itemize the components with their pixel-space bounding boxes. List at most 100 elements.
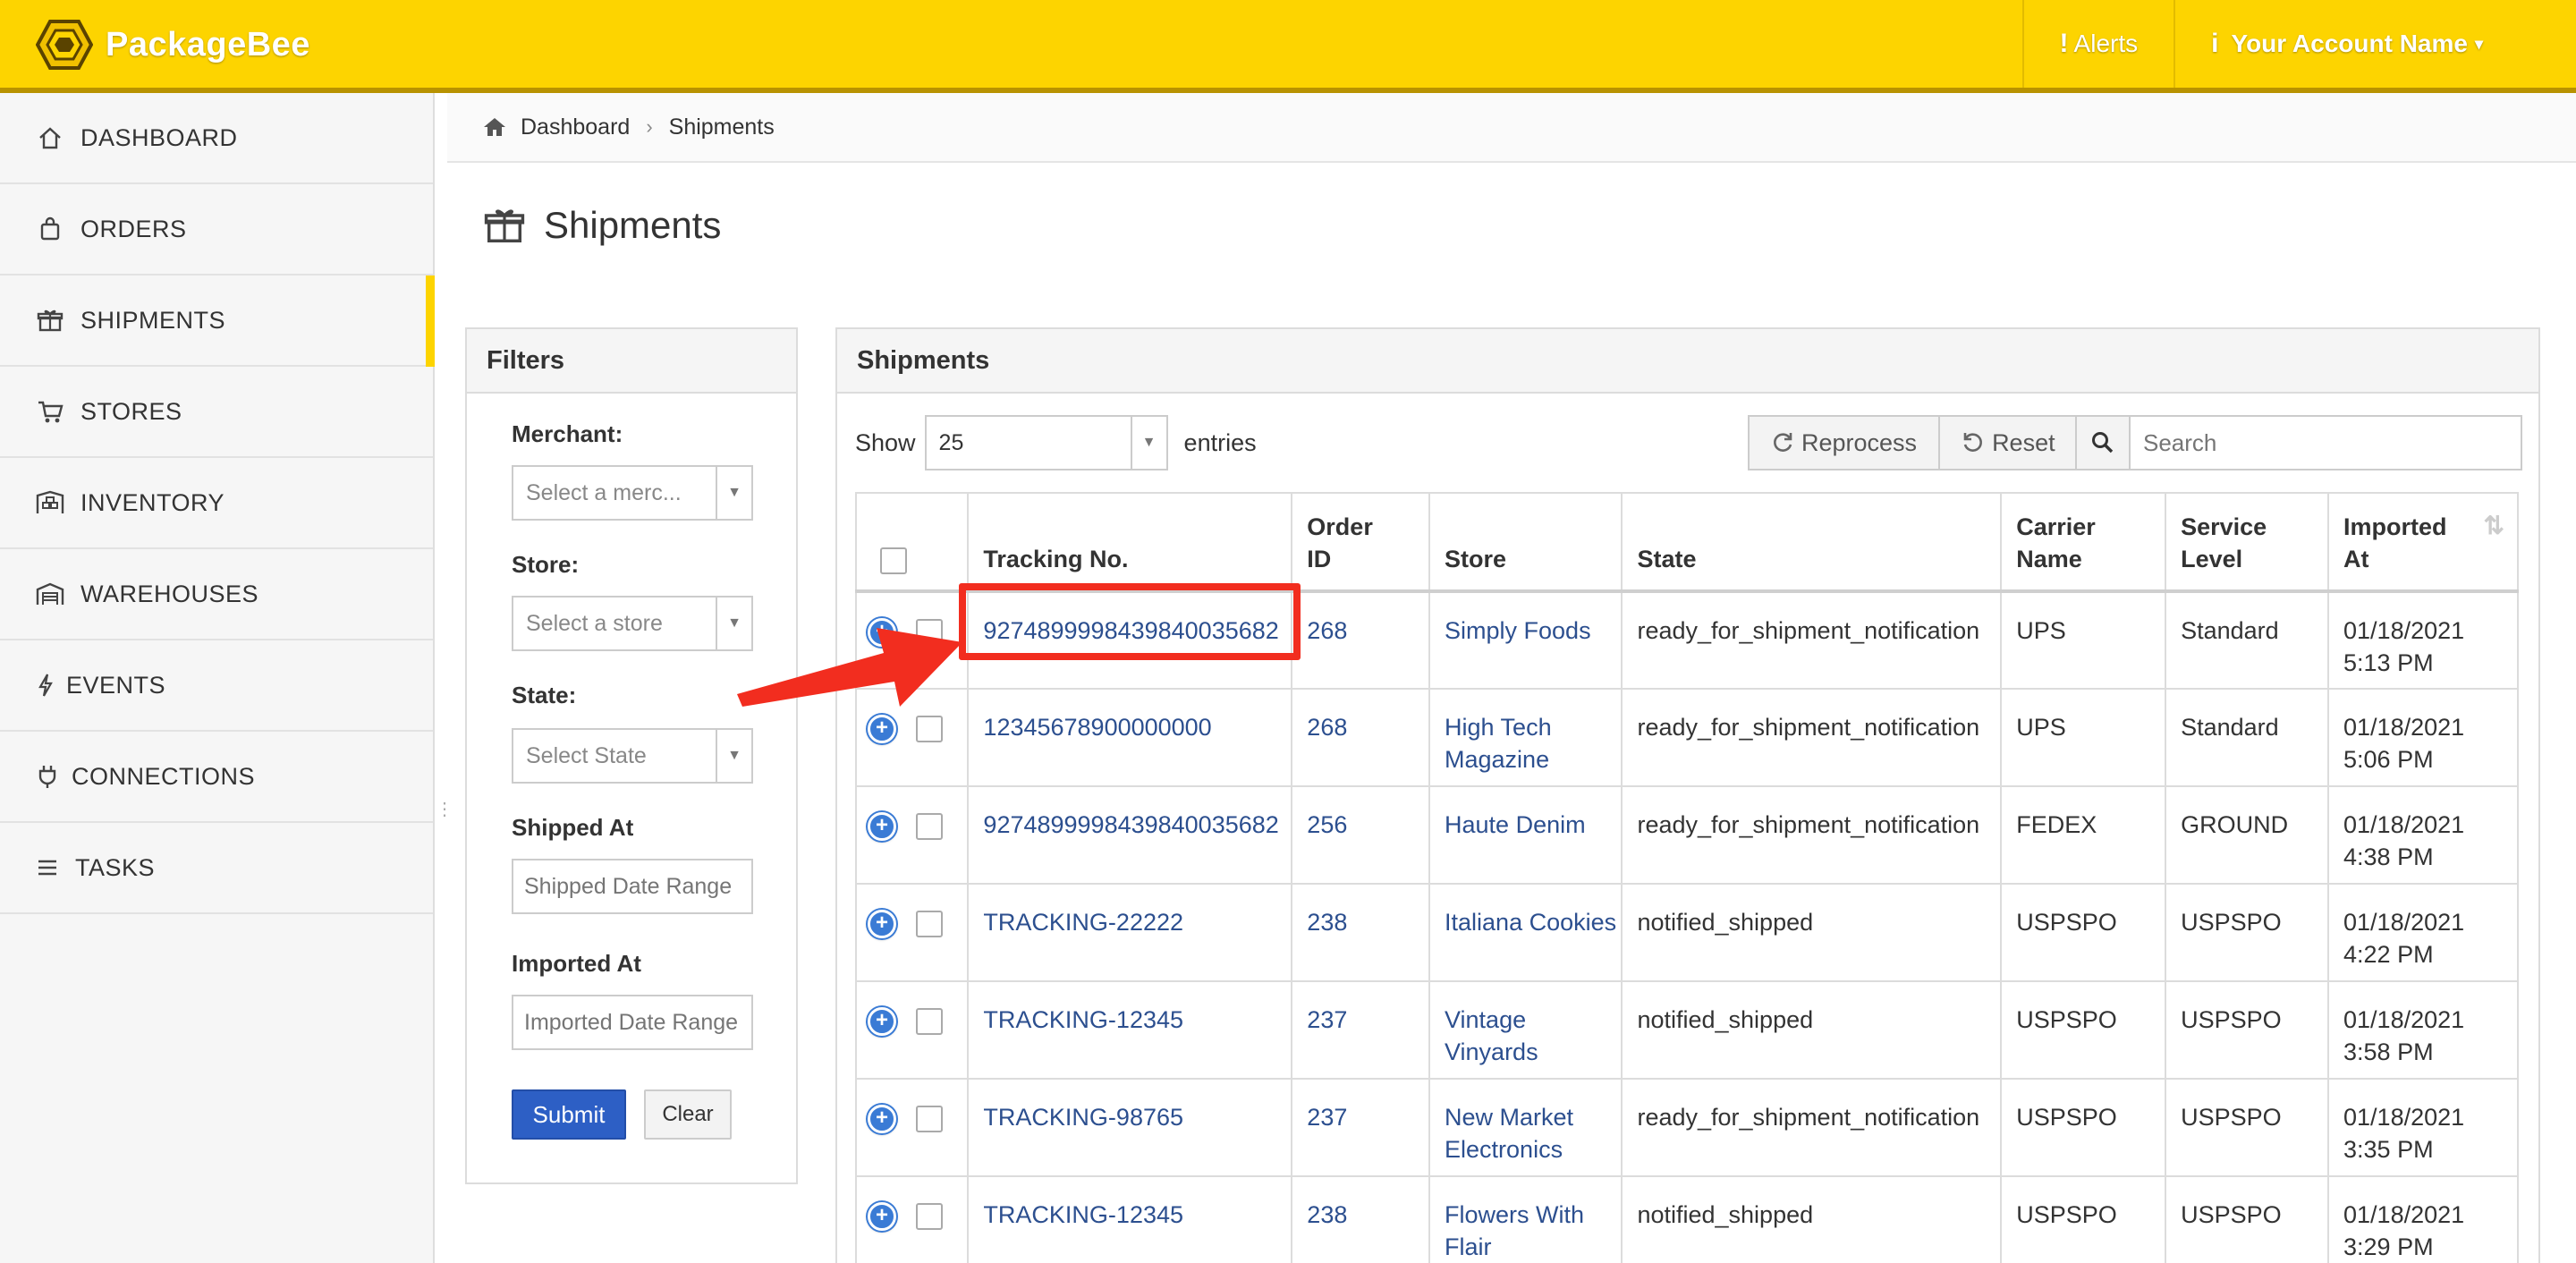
- imported-time: 3:58 PM: [2343, 1038, 2434, 1065]
- order-id-link[interactable]: 256: [1307, 811, 1347, 838]
- search-button[interactable]: [2075, 415, 2131, 470]
- row-controls: +: [854, 1078, 970, 1177]
- col-header-store[interactable]: Store: [1428, 492, 1623, 593]
- col-header-service[interactable]: Service Level: [2165, 492, 2330, 593]
- col-header-imported-at[interactable]: Imported At ⇅: [2327, 492, 2519, 593]
- reprocess-button[interactable]: Reprocess: [1748, 415, 1941, 470]
- imported-at-cell: 01/18/2021 5:06 PM: [2327, 688, 2519, 787]
- account-menu[interactable]: i Your Account Name ▾: [2174, 0, 2576, 88]
- row-checkbox[interactable]: [915, 812, 943, 840]
- row-checkbox[interactable]: [915, 1105, 943, 1132]
- chevron-down-icon: ▼: [1130, 417, 1166, 469]
- sidebar-item-orders[interactable]: ORDERS: [0, 184, 433, 275]
- sort-icon: ⇅: [2483, 512, 2504, 539]
- row-controls: +: [854, 1175, 970, 1263]
- row-checkbox[interactable]: [915, 1007, 943, 1035]
- merchant-select-value: Select a merc...: [526, 479, 682, 505]
- entries-label: entries: [1183, 428, 1257, 456]
- reprocess-label: Reprocess: [1801, 428, 1918, 456]
- col-header-tracking[interactable]: Tracking No.: [967, 492, 1293, 593]
- tracking-link[interactable]: TRACKING-98765: [983, 1104, 1183, 1131]
- imported-time: 3:35 PM: [2343, 1136, 2434, 1163]
- sidebar-item-dashboard[interactable]: DASHBOARD: [0, 93, 433, 184]
- info-icon: i: [2211, 29, 2219, 58]
- state-select[interactable]: Select State ▼: [512, 728, 753, 784]
- store-link[interactable]: Vintage Vinyards: [1445, 1006, 1538, 1065]
- tracking-link[interactable]: TRACKING-12345: [983, 1006, 1183, 1033]
- order-id-link[interactable]: 268: [1307, 714, 1347, 741]
- bag-icon: [36, 215, 64, 243]
- store-link[interactable]: Simply Foods: [1445, 617, 1591, 644]
- tracking-link[interactable]: TRACKING-22222: [983, 909, 1183, 936]
- sidebar-item-inventory[interactable]: INVENTORY: [0, 458, 433, 549]
- sidebar-resize-handle[interactable]: ⋮: [436, 801, 453, 832]
- sidebar-item-shipments[interactable]: SHIPMENTS: [0, 275, 435, 367]
- store-link[interactable]: Flowers With Flair: [1445, 1201, 1584, 1260]
- sidebar-item-label: DASHBOARD: [80, 123, 238, 151]
- tracking-link[interactable]: 12345678900000000: [983, 714, 1211, 741]
- sidebar-item-connections[interactable]: CONNECTIONS: [0, 732, 433, 823]
- carrier-cell: USPSPO: [2000, 883, 2167, 982]
- page-length-select[interactable]: 25 ▼: [924, 415, 1168, 470]
- sidebar-item-label: INVENTORY: [80, 488, 225, 516]
- select-all-checkbox[interactable]: [880, 547, 907, 574]
- alerts-link[interactable]: ! Alerts: [2021, 0, 2174, 88]
- submit-button[interactable]: Submit: [512, 1089, 626, 1140]
- page-length-value: 25: [938, 429, 964, 455]
- imported-date: 01/18/2021: [2343, 617, 2465, 644]
- col-header-state[interactable]: State: [1621, 492, 2003, 593]
- store-label: Store:: [512, 551, 580, 578]
- expand-row-icon[interactable]: +: [868, 1006, 896, 1036]
- row-checkbox[interactable]: [915, 910, 943, 937]
- order-id-link[interactable]: 238: [1307, 909, 1347, 936]
- row-controls: +: [854, 785, 970, 885]
- expand-row-icon[interactable]: +: [868, 811, 896, 841]
- shipped-date-range-input[interactable]: [512, 859, 753, 914]
- tracking-link[interactable]: TRACKING-12345: [983, 1201, 1183, 1228]
- state-cell: notified_shipped: [1621, 883, 2003, 982]
- order-id-link[interactable]: 237: [1307, 1006, 1347, 1033]
- breadcrumb-dashboard[interactable]: Dashboard: [521, 114, 630, 140]
- plug-icon: [36, 762, 59, 791]
- search-input[interactable]: [2131, 415, 2522, 470]
- imported-at-cell: 01/18/2021 4:22 PM: [2327, 883, 2519, 982]
- col-header-order-id[interactable]: Order ID: [1291, 492, 1431, 593]
- carrier-cell: USPSPO: [2000, 1175, 2167, 1263]
- merchant-select[interactable]: Select a merc... ▼: [512, 465, 753, 521]
- reset-button[interactable]: Reset: [1940, 415, 2079, 470]
- service-cell: Standard: [2165, 590, 2330, 690]
- expand-row-icon[interactable]: +: [868, 1201, 896, 1231]
- store-link[interactable]: Haute Denim: [1445, 811, 1586, 838]
- top-nav: ! Alerts i Your Account Name ▾: [2021, 0, 2576, 88]
- tracking-link[interactable]: 9274899998439840035682: [983, 811, 1278, 838]
- imported-date-range-input[interactable]: [512, 995, 753, 1050]
- order-id-link[interactable]: 237: [1307, 1104, 1347, 1131]
- store-link[interactable]: New Market Electronics: [1445, 1104, 1573, 1163]
- sidebar-item-tasks[interactable]: TASKS: [0, 823, 433, 914]
- sidebar-item-label: EVENTS: [66, 671, 166, 699]
- row-checkbox[interactable]: [915, 715, 943, 742]
- order-id-link[interactable]: 268: [1307, 617, 1347, 644]
- table-header-row: Tracking No. Order ID Store State Carrie…: [854, 492, 2519, 593]
- col-header-carrier[interactable]: Carrier Name: [2000, 492, 2167, 593]
- row-checkbox[interactable]: [915, 1202, 943, 1230]
- shipments-panel: Shipments Show 25 ▼ entries Reprocess Re…: [835, 327, 2540, 1263]
- brand[interactable]: PackageBee: [36, 20, 310, 70]
- sidebar-item-stores[interactable]: STORES: [0, 367, 433, 458]
- imported-at-cell: 01/18/2021 3:29 PM: [2327, 1175, 2519, 1263]
- expand-row-icon[interactable]: +: [868, 1104, 896, 1133]
- expand-row-icon[interactable]: +: [868, 714, 896, 743]
- toolbar: Reprocess Reset: [1748, 415, 2079, 470]
- store-select[interactable]: Select a store ▼: [512, 596, 753, 651]
- table-row: + 12345678900000000 268 High Tech Magazi…: [854, 688, 2519, 787]
- expand-row-icon[interactable]: +: [868, 909, 896, 938]
- service-cell: Standard: [2165, 688, 2330, 787]
- sidebar-item-warehouses[interactable]: WAREHOUSES: [0, 549, 433, 640]
- sidebar-item-events[interactable]: EVENTS: [0, 640, 433, 732]
- order-id-link[interactable]: 238: [1307, 1201, 1347, 1228]
- store-link[interactable]: High Tech Magazine: [1445, 714, 1552, 773]
- sidebar-item-label: TASKS: [75, 853, 156, 881]
- table-row: + TRACKING-12345 238 Flowers With Flair …: [854, 1175, 2519, 1263]
- clear-button[interactable]: Clear: [644, 1089, 732, 1140]
- store-link[interactable]: Italiana Cookies: [1445, 909, 1616, 936]
